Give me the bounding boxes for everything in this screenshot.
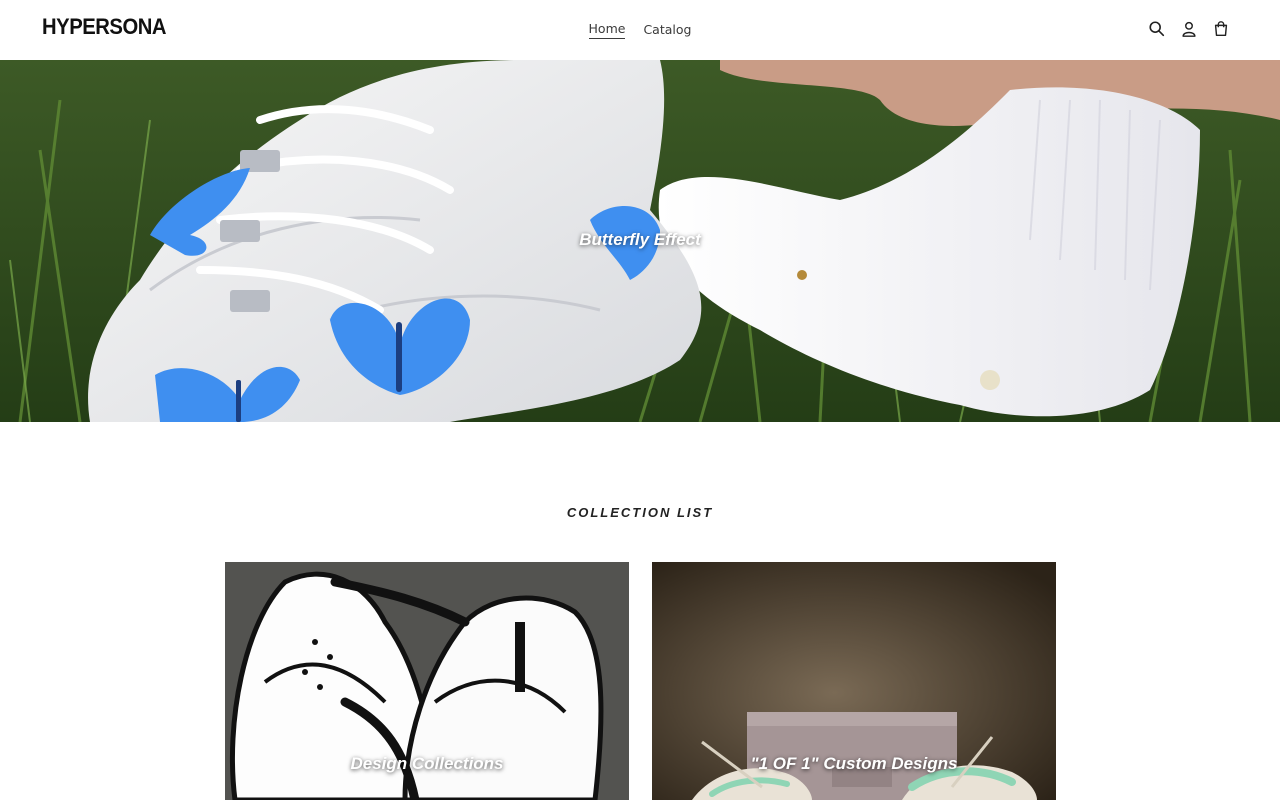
header-icons [1148,20,1230,38]
site-logo[interactable]: HYPERSONA [42,14,167,40]
collection-card-custom-designs[interactable]: "1 OF 1" Custom Designs [652,562,1056,800]
cart-icon[interactable] [1212,20,1230,38]
collection-card-design-collections[interactable]: Design Collections [225,562,629,800]
nav-item-home[interactable]: Home [588,21,626,39]
collection-card-label: Design Collections [350,754,504,773]
search-icon[interactable] [1148,20,1166,38]
account-icon[interactable] [1180,20,1198,38]
nav-item-catalog[interactable]: Catalog [643,22,691,39]
hero-banner[interactable]: Butterfly Effect [0,60,1280,422]
collection-list-title: COLLECTION LIST [566,505,714,520]
hero-title: Butterfly Effect [579,230,701,249]
main-nav: Home Catalog [0,0,1280,60]
collection-card-label: "1 OF 1" Custom Designs [750,754,958,773]
site-header: HYPERSONA Home Catalog [0,0,1280,60]
